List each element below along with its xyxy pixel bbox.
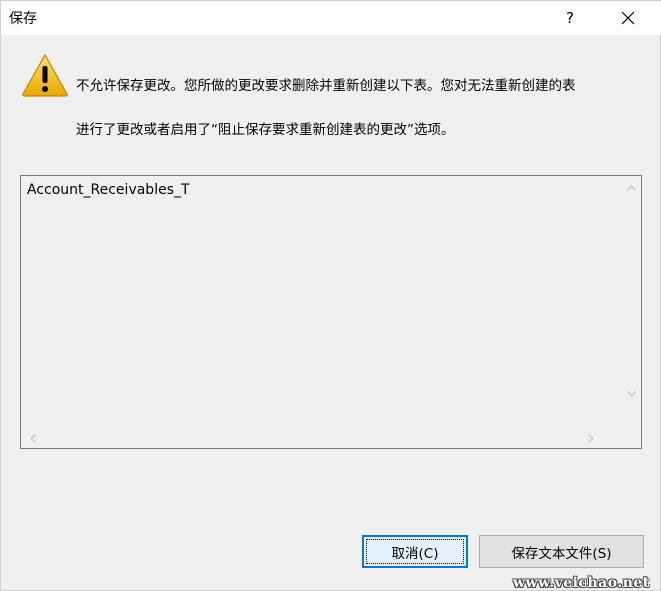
save-dialog: 保存 ? 不允许保存更改。您所做的更改要求删除并重新创建以下表。您对无法重新创建… bbox=[0, 0, 661, 591]
close-button[interactable] bbox=[605, 1, 651, 35]
message-line-2: 进行了更改或者启用了“阻止保存要求重新创建表的更改”选项。 bbox=[76, 122, 455, 138]
watermark-text: www.veichao.net bbox=[513, 575, 650, 591]
scroll-down-icon[interactable] bbox=[621, 384, 641, 404]
table-list-content: Account_Receivables_T bbox=[21, 176, 621, 428]
table-list[interactable]: Account_Receivables_T bbox=[20, 175, 642, 449]
scroll-right-icon[interactable] bbox=[581, 428, 601, 448]
cancel-button[interactable]: 取消(C) bbox=[362, 535, 468, 568]
dialog-title: 保存 bbox=[9, 11, 37, 27]
horizontal-scrollbar[interactable] bbox=[21, 428, 621, 448]
close-icon bbox=[621, 11, 635, 25]
scroll-up-icon[interactable] bbox=[621, 178, 641, 198]
title-bar: 保存 ? bbox=[1, 1, 661, 35]
list-item[interactable]: Account_Receivables_T bbox=[27, 182, 190, 198]
scroll-left-icon[interactable] bbox=[23, 428, 43, 448]
scroll-corner bbox=[621, 428, 641, 448]
message-line-1: 不允许保存更改。您所做的更改要求删除并重新创建以下表。您对无法重新创建的表 bbox=[76, 78, 576, 94]
warning-icon bbox=[22, 54, 68, 97]
help-button[interactable]: ? bbox=[547, 1, 593, 35]
message-text: 不允许保存更改。您所做的更改要求删除并重新创建以下表。您对无法重新创建的表 进行… bbox=[76, 53, 641, 163]
help-icon: ? bbox=[566, 9, 574, 27]
save-text-file-button[interactable]: 保存文本文件(S) bbox=[479, 535, 644, 568]
vertical-scrollbar[interactable] bbox=[621, 176, 641, 428]
